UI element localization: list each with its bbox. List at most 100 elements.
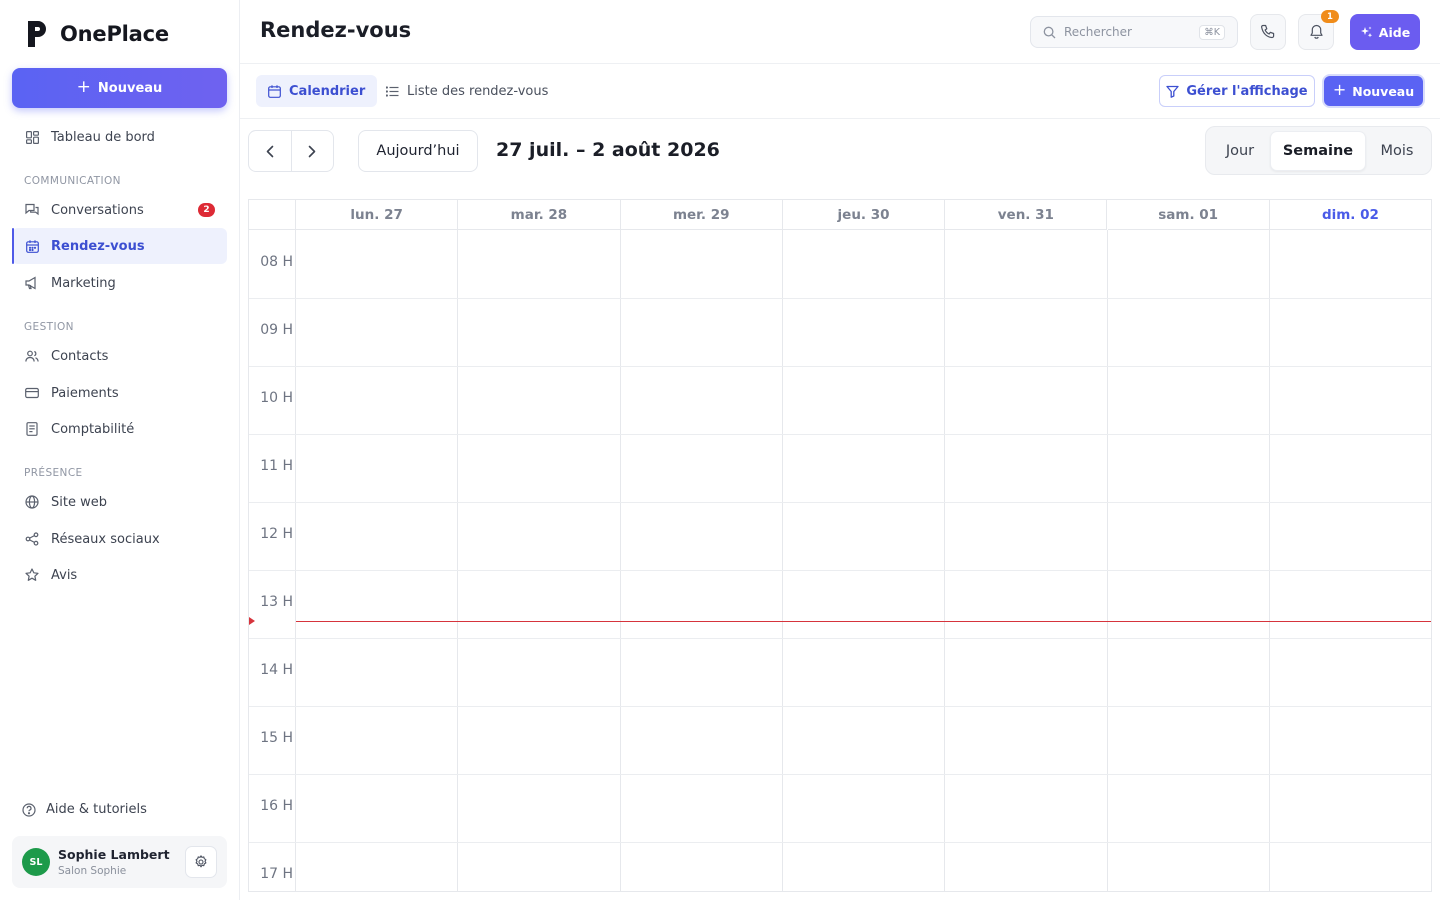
day-header[interactable]: lun. 27: [296, 200, 459, 230]
tab-calendrier[interactable]: Calendrier: [256, 75, 378, 107]
today-button[interactable]: Aujourd’hui: [358, 130, 478, 172]
day-header[interactable]: mar. 28: [458, 200, 621, 230]
hour-label: 13 H: [260, 594, 293, 610]
search-input[interactable]: Rechercher ⌘K: [1030, 16, 1238, 48]
hour-label: 08 H: [260, 254, 293, 270]
app-name: OnePlace: [60, 22, 169, 46]
user-name: Sophie Lambert: [58, 847, 170, 862]
hour-line-gutter: [249, 570, 296, 571]
day-column-divider: [1106, 230, 1108, 891]
hour-line-gutter: [249, 434, 296, 435]
sidebar-item-label: Comptabilité: [51, 421, 135, 437]
hour-line: [296, 570, 1431, 571]
phone-icon: [1261, 24, 1275, 39]
tab-liste-des-rendez-vous[interactable]: Liste des rendez-vous: [374, 75, 560, 107]
view-option-jour[interactable]: Jour: [1212, 131, 1268, 171]
hour-label: 11 H: [260, 458, 293, 474]
notification-count-badge: 1: [1321, 10, 1339, 23]
sidebar-item-label: Rendez-vous: [51, 238, 145, 254]
hour-label: 12 H: [260, 526, 293, 542]
time-gutter-divider: [295, 230, 296, 891]
day-header[interactable]: mer. 29: [620, 200, 783, 230]
section-label-presence: PRÉSENCE: [24, 467, 83, 479]
help-tutorials-link[interactable]: Aide & tutoriels: [22, 802, 147, 817]
gear-icon: [195, 855, 207, 868]
manage-display-label: Gérer l'affichage: [1186, 83, 1308, 99]
manage-display-button[interactable]: Gérer l'affichage: [1159, 75, 1315, 107]
search-placeholder: Rechercher: [1064, 25, 1132, 39]
hour-line: [296, 638, 1431, 639]
sidebar-item-marketing[interactable]: Marketing: [12, 265, 227, 301]
users-icon: [25, 349, 39, 363]
view-switcher: Jour Semaine Mois: [1205, 126, 1432, 175]
new-appointment-button[interactable]: + Nouveau: [1324, 76, 1423, 106]
sidebar-item-label: Conversations: [51, 202, 144, 218]
day-column-divider: [619, 230, 621, 891]
oneplace-logo-icon: [28, 21, 46, 47]
help-tutorials-label: Aide & tutoriels: [46, 802, 147, 817]
sidebar-item-dashboard[interactable]: Tableau de bord: [12, 119, 227, 155]
sidebar-item-label: Avis: [51, 567, 78, 583]
hour-line: [296, 706, 1431, 707]
new-appointment-label: Nouveau: [1352, 83, 1415, 99]
hour-line-gutter: [249, 502, 296, 503]
day-header[interactable]: sam. 01: [1107, 200, 1270, 230]
week-calendar-grid: lun. 27 mar. 28 mer. 29 jeu. 30 ven. 31 sam. …: [248, 199, 1432, 892]
sidebar: OnePlace + Nouveau Tableau de bord COMMU…: [0, 0, 240, 900]
date-navigation: [248, 130, 334, 172]
view-option-mois[interactable]: Mois: [1368, 131, 1426, 171]
sidebar-item-avis[interactable]: Avis: [12, 557, 227, 593]
page-title: Rendez-vous: [260, 18, 412, 42]
hour-label: 09 H: [260, 322, 293, 338]
search-icon: [1043, 26, 1056, 38]
tab-label: Liste des rendez-vous: [407, 83, 549, 99]
hour-line: [296, 434, 1431, 435]
sidebar-item-contacts[interactable]: Contacts: [12, 338, 227, 374]
phone-button[interactable]: [1250, 14, 1286, 50]
view-option-semaine[interactable]: Semaine: [1270, 131, 1366, 171]
next-week-button[interactable]: [290, 131, 334, 171]
hour-label: 16 H: [260, 798, 293, 814]
date-range-label: 27 juil. – 2 août 2026: [496, 139, 720, 161]
help-assistant-button[interactable]: Aide: [1350, 14, 1420, 50]
sidebar-item-label: Tableau de bord: [51, 129, 155, 145]
sidebar-item-conversations[interactable]: Conversations 2: [12, 192, 227, 228]
day-header[interactable]: ven. 31: [945, 200, 1108, 230]
plus-icon: +: [76, 76, 91, 97]
sidebar-item-paiements[interactable]: Paiements: [12, 375, 227, 411]
tab-label: Calendrier: [289, 83, 366, 99]
hour-line-gutter: [249, 298, 296, 299]
sidebar-item-comptabilite[interactable]: Comptabilité: [12, 411, 227, 447]
hour-line-gutter: [249, 706, 296, 707]
section-label-gestion: GESTION: [24, 321, 74, 333]
current-time-marker: [249, 617, 255, 625]
notifications-button[interactable]: 1: [1298, 10, 1339, 50]
hour-line: [296, 298, 1431, 299]
hour-line: [296, 366, 1431, 367]
sidebar-item-site-web[interactable]: Site web: [12, 484, 227, 520]
hour-label: 10 H: [260, 390, 293, 406]
receipt-icon: [25, 422, 39, 436]
star-icon: [25, 568, 39, 582]
previous-week-button[interactable]: [249, 131, 291, 171]
hour-line-gutter: [249, 638, 296, 639]
settings-button[interactable]: [185, 846, 217, 878]
sidebar-new-button[interactable]: + Nouveau: [12, 68, 227, 108]
share-icon: [25, 532, 39, 546]
sidebar-item-label: Marketing: [51, 275, 116, 291]
day-header[interactable]: jeu. 30: [782, 200, 946, 230]
day-column-divider: [944, 230, 946, 891]
dashboard-icon: [25, 130, 39, 144]
credit-card-icon: [25, 386, 39, 400]
app-logo[interactable]: OnePlace: [26, 20, 169, 48]
sidebar-item-rendez-vous[interactable]: Rendez-vous: [12, 228, 227, 264]
section-label-communication: COMMUNICATION: [24, 175, 121, 187]
chevron-right-icon: [308, 145, 316, 157]
day-header[interactable]: dim. 02: [1269, 200, 1431, 230]
user-profile-card[interactable]: SL Sophie Lambert Salon Sophie: [12, 836, 227, 888]
sidebar-item-reseaux-sociaux[interactable]: Réseaux sociaux: [12, 521, 227, 557]
bell-icon: [1309, 24, 1323, 39]
avatar: SL: [22, 848, 50, 876]
search-shortcut-hint: ⌘K: [1199, 25, 1225, 40]
chevron-left-icon: [266, 145, 274, 157]
